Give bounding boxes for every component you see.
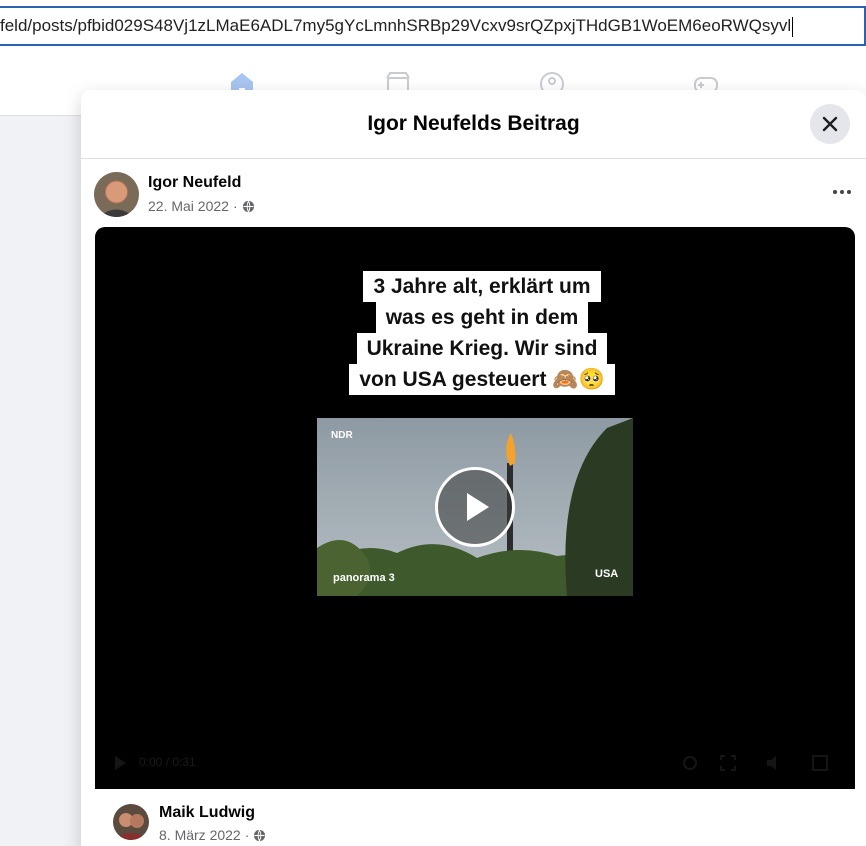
left-panel	[0, 117, 80, 846]
post-header: Igor Neufeld 22. Mai 2022 ·	[94, 172, 854, 220]
more-dot-icon	[840, 190, 844, 194]
caption-line: von USA gesteuert 🙈🥺	[349, 364, 615, 395]
browser-address-bar: feld/posts/pfbid029S48Vj1zLMaE6ADL7my5gY…	[0, 0, 866, 52]
more-dot-icon	[847, 190, 851, 194]
meta-separator: ·	[232, 198, 238, 214]
control-play-icon[interactable]	[113, 755, 127, 771]
play-button[interactable]	[435, 467, 515, 547]
globe-icon	[242, 200, 254, 212]
close-icon	[822, 116, 838, 132]
thumb-country-tag: USA	[595, 568, 619, 580]
volume-icon[interactable]	[765, 754, 785, 772]
close-button[interactable]	[810, 104, 850, 144]
expand-icon[interactable]	[811, 754, 829, 772]
thumb-channel-tag: NDR	[331, 430, 353, 441]
globe-icon	[254, 829, 266, 841]
more-options-button[interactable]	[830, 182, 854, 202]
fullscreen-icon[interactable]	[719, 754, 737, 772]
dialog-title: Igor Neufelds Beitrag	[367, 112, 580, 135]
comment-date[interactable]: 8. März 2022	[159, 827, 241, 843]
comment-meta: 8. März 2022 ·	[159, 827, 266, 843]
meta-separator: ·	[244, 827, 250, 843]
more-dot-icon	[833, 190, 837, 194]
video-time: 0:00 / 0:31	[139, 755, 196, 769]
caption-line: was es geht in dem	[375, 302, 589, 333]
caption-line: Ukraine Krieg. Wir sind	[356, 333, 608, 364]
video-player[interactable]: 3 Jahre alt, erklärt um was es geht in d…	[95, 227, 855, 789]
author-name[interactable]: Igor Neufeld	[148, 174, 241, 192]
commenter-name[interactable]: Maik Ludwig	[159, 804, 255, 822]
post-meta: 22. Mai 2022 ·	[148, 198, 255, 214]
post-dialog: Igor Neufelds Beitrag Igor Neufeld 22. M…	[81, 90, 866, 846]
video-controls: 0:00 / 0:31	[95, 751, 855, 775]
thumb-logo: panorama 3	[333, 572, 395, 584]
text-caret	[792, 16, 794, 37]
video-caption: 3 Jahre alt, erklärt um was es geht in d…	[337, 271, 627, 395]
author-avatar[interactable]	[94, 172, 139, 217]
caption-line: 3 Jahre alt, erklärt um	[363, 271, 601, 302]
play-icon	[467, 493, 489, 521]
url-input[interactable]: feld/posts/pfbid029S48Vj1zLMaE6ADL7my5gY…	[0, 6, 866, 46]
commenter-avatar[interactable]	[113, 804, 149, 840]
url-text: feld/posts/pfbid029S48Vj1zLMaE6ADL7my5gY…	[0, 16, 792, 35]
settings-icon[interactable]	[681, 754, 699, 772]
comment-item: Maik Ludwig 8. März 2022 ·	[113, 800, 853, 846]
post-date[interactable]: 22. Mai 2022	[148, 198, 229, 214]
dialog-header: Igor Neufelds Beitrag	[81, 90, 866, 159]
